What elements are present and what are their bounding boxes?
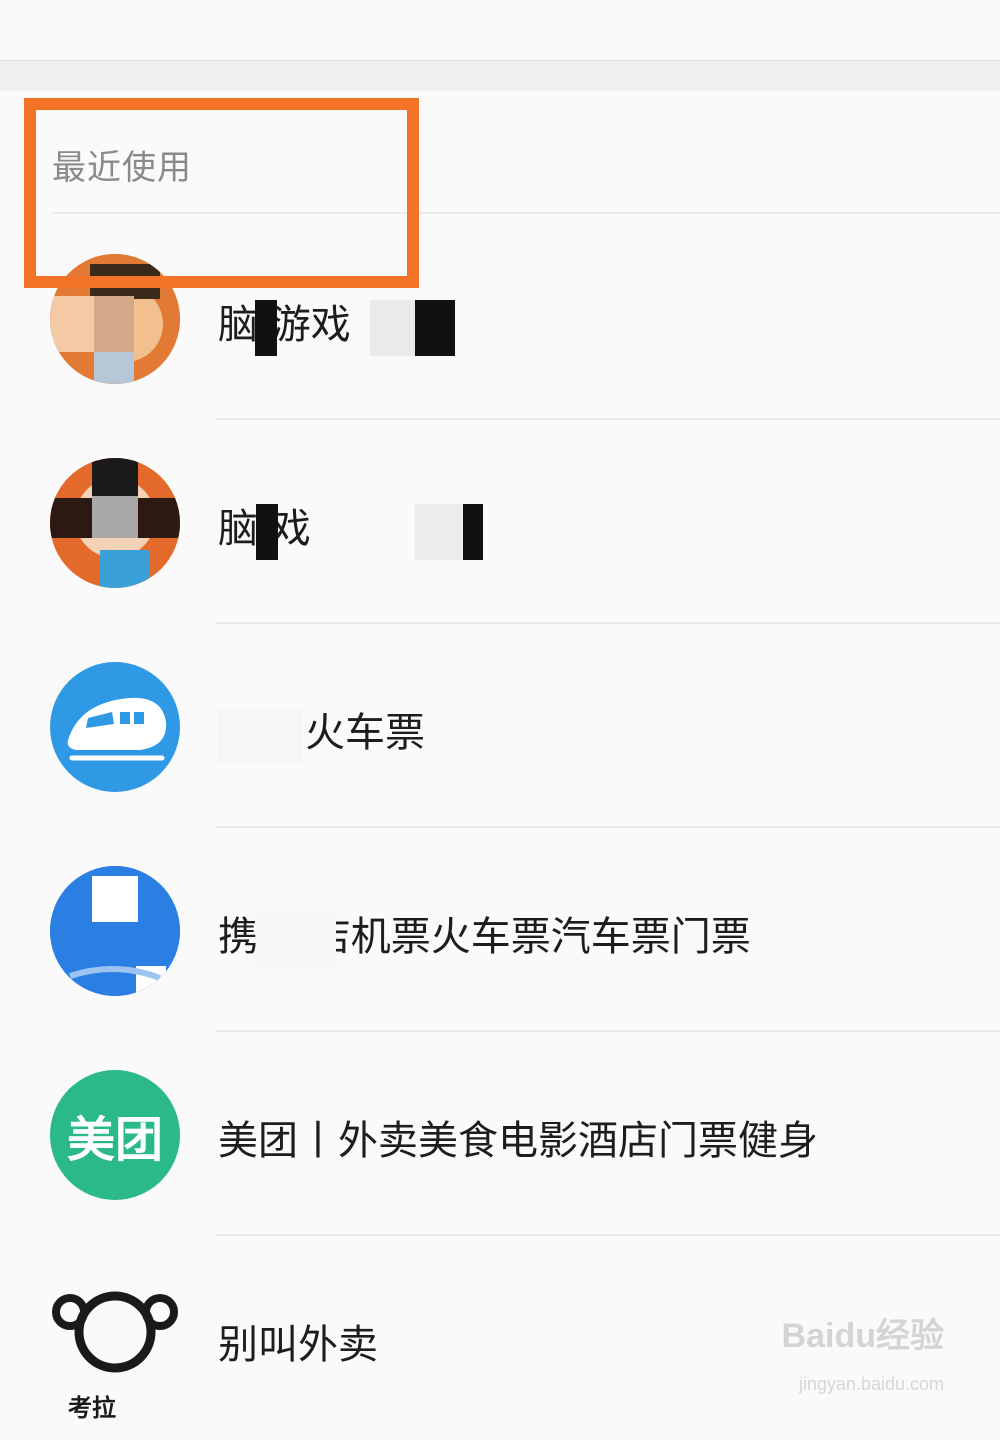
meituan-icon-text: 美团	[66, 1112, 163, 1168]
train-icon	[50, 662, 180, 792]
redaction	[463, 504, 483, 560]
list-item[interactable]: 脑 游戏	[0, 216, 1000, 420]
redaction	[218, 708, 302, 764]
list-item[interactable]: 美团 美团丨外卖美食电影酒店门票健身	[0, 1032, 1000, 1236]
watermark-logo: Baidu经验	[781, 1317, 944, 1355]
redaction	[255, 300, 277, 356]
watermark-url: jingyan.baidu.com	[798, 1374, 944, 1394]
redaction	[256, 504, 278, 560]
redaction	[415, 300, 455, 356]
redaction	[256, 912, 336, 968]
game-avatar-icon	[50, 458, 180, 588]
section-title: 最近使用	[52, 148, 192, 188]
section-header-divider	[52, 212, 1000, 214]
meituan-icon: 美团	[50, 1070, 180, 1200]
app-name: 别叫外卖	[218, 1322, 378, 1368]
app-name: 脑 游戏	[218, 302, 351, 348]
app-name: 火车票	[305, 710, 425, 756]
app-name: 美团丨外卖美食电影酒店门票健身	[218, 1118, 818, 1164]
redaction	[415, 504, 463, 560]
redaction	[370, 300, 415, 356]
koala-icon	[50, 1274, 180, 1404]
ctrip-icon	[50, 866, 180, 996]
list-item[interactable]: 携 酒店机票火车票汽车票门票	[0, 828, 1000, 1032]
list-item[interactable]: 脑 戏	[0, 420, 1000, 624]
game-avatar-icon	[50, 254, 180, 384]
list-item[interactable]: 火车票	[0, 624, 1000, 828]
section-divider	[0, 60, 1000, 91]
top-strip	[0, 0, 1000, 60]
